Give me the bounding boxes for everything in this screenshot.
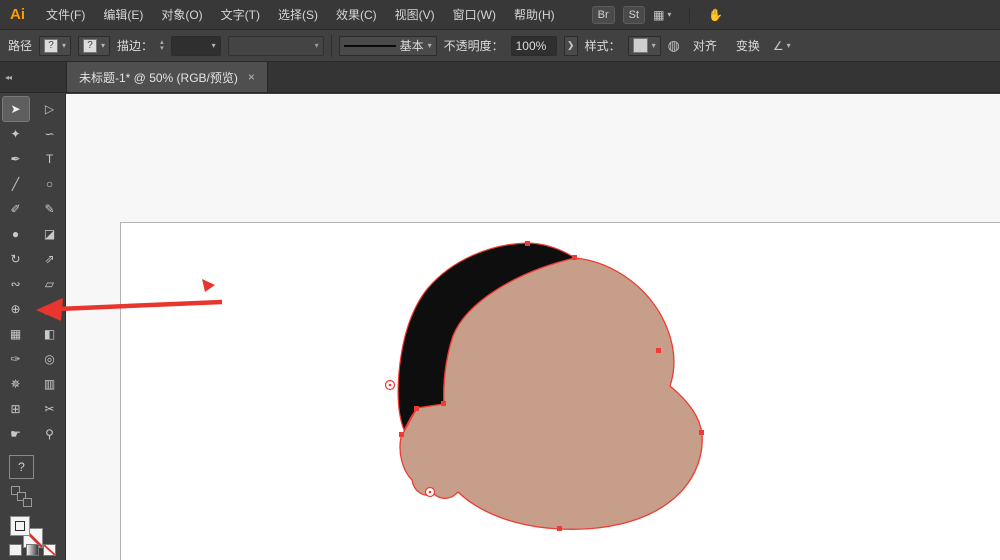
paint-buttons <box>9 544 56 556</box>
tool-pencil[interactable]: ✎ <box>37 197 63 221</box>
artboard[interactable] <box>120 222 1000 560</box>
style-swatch <box>633 38 648 53</box>
menu-file[interactable]: 文件(F) <box>37 0 94 29</box>
tool-mesh[interactable]: ▦ <box>3 322 29 346</box>
tool-blend[interactable]: ◎ <box>37 347 63 371</box>
chevron-down-icon: ▾ <box>428 41 432 50</box>
fill-color-picker[interactable]: ? ▾ <box>39 36 71 56</box>
tool-direct-selection[interactable]: ▷ <box>37 97 63 121</box>
none-button[interactable] <box>43 544 56 556</box>
bridge-badge[interactable]: Br <box>592 6 615 24</box>
tool-gradient[interactable]: ◧ <box>37 322 63 346</box>
transform-button[interactable]: 变换 <box>730 35 766 56</box>
tool-type[interactable]: T <box>37 147 63 171</box>
stroke-weight-stepper[interactable]: ▴ ▾ <box>160 40 164 52</box>
tool-lasso[interactable]: ∽ <box>37 122 63 146</box>
tool-pen[interactable]: ✒ <box>3 147 29 171</box>
app-logo: Ai <box>0 6 37 23</box>
stroke-swatch-icon: ? <box>83 39 97 53</box>
menu-bar: Ai 文件(F) 编辑(E) 对象(O) 文字(T) 选择(S) 效果(C) 视… <box>0 0 1000 30</box>
menu-effect[interactable]: 效果(C) <box>327 0 386 29</box>
document-tab-title: 未标题-1* @ 50% (RGB/预览) <box>79 69 238 86</box>
chevron-down-icon: ▾ <box>62 41 66 50</box>
document-setup-icon[interactable]: ◍ <box>668 37 680 54</box>
style-badge[interactable]: St <box>623 6 645 24</box>
tool-grid: ➤ ▷ ✦ ∽ ✒ T ╱ ○ ✐ ✎ ● ◪ ↻ ⇗ ∾ ▱ ⊕ ◬ ▦ ◧ ✑ ◎ ✵ ▥ ⊞ ✂ ☛ ⚲ <box>0 94 65 446</box>
tool-free-transform[interactable]: ▱ <box>37 272 63 296</box>
stroke-color-picker[interactable]: ? ▾ <box>78 36 110 56</box>
color-button[interactable] <box>9 544 22 556</box>
tool-zoom[interactable]: ⚲ <box>37 422 63 446</box>
constrain-angle-widget[interactable]: ∠ ▾ <box>773 39 791 53</box>
line-style-label: 基本 <box>400 37 424 54</box>
chevron-down-icon: ▾ <box>101 41 105 50</box>
tool-hand[interactable]: ☛ <box>3 422 29 446</box>
control-bar: 路径 ? ▾ ? ▾ 描边： ▴ ▾ ▾ ▾ 基本 ▾ 不透明度： 100% ❯… <box>0 30 1000 62</box>
menu-help[interactable]: 帮助(H) <box>505 0 564 29</box>
graphic-style-select[interactable]: ▾ <box>628 36 661 56</box>
constrain-angle-icon: ∠ <box>773 39 784 53</box>
stroke-weight-label: 描边： <box>117 37 153 54</box>
tool-line-segment[interactable]: ╱ <box>3 172 29 196</box>
tool-paintbrush[interactable]: ✐ <box>3 197 29 221</box>
workspace-icon: ▦ <box>653 8 664 22</box>
tool-magic-wand[interactable]: ✦ <box>3 122 29 146</box>
tool-ellipse[interactable]: ○ <box>37 172 63 196</box>
tool-panel: ➤ ▷ ✦ ∽ ✒ T ╱ ○ ✐ ✎ ● ◪ ↻ ⇗ ∾ ▱ ⊕ ◬ ▦ ◧ ✑ ◎ ✵ ▥ ⊞ ✂ ☛ ⚲ ? <box>0 94 66 560</box>
tool-shape-builder[interactable]: ⊕ <box>3 297 29 321</box>
collapse-panels-icon[interactable]: ◂◂ <box>0 62 66 92</box>
menu-window[interactable]: 窗口(W) <box>444 0 505 29</box>
tool-perspective-grid[interactable]: ◬ <box>37 297 63 321</box>
menu-select[interactable]: 选择(S) <box>269 0 327 29</box>
stroke-style-select[interactable]: 基本 ▾ <box>339 36 437 56</box>
tool-eyedropper[interactable]: ✑ <box>3 347 29 371</box>
fill-swatch[interactable] <box>10 516 30 536</box>
fill-swatch-icon: ? <box>44 39 58 53</box>
menu-edit[interactable]: 编辑(E) <box>94 0 152 29</box>
tool-symbol-sprayer[interactable]: ✵ <box>3 372 29 396</box>
gradient-button[interactable] <box>26 544 39 556</box>
menu-type[interactable]: 文字(T) <box>212 0 269 29</box>
tool-slice[interactable]: ✂ <box>37 397 63 421</box>
spinner-down-icon: ▾ <box>160 46 164 52</box>
style-label: 样式： <box>585 37 621 54</box>
line-style-preview <box>344 45 396 47</box>
draw-modes-icon[interactable] <box>11 486 41 508</box>
document-tab[interactable]: 未标题-1* @ 50% (RGB/预览) × <box>66 62 268 92</box>
tool-rotate[interactable]: ↻ <box>3 247 29 271</box>
canvas[interactable] <box>66 94 1000 560</box>
workspace-switcher[interactable]: ▦ ▾ <box>653 8 671 22</box>
chevron-down-icon: ▾ <box>212 41 216 50</box>
align-button[interactable]: 对齐 <box>687 35 723 56</box>
chevron-right-icon: ❯ <box>567 40 575 51</box>
stroke-weight-select[interactable]: ▾ <box>171 36 221 56</box>
context-label: 路径 <box>8 37 32 54</box>
brush-definition-select[interactable]: ▾ <box>228 36 324 56</box>
menu-object[interactable]: 对象(O) <box>152 0 211 29</box>
chevron-down-icon: ▾ <box>315 41 319 50</box>
chevron-down-icon: ▾ <box>667 10 671 19</box>
tool-width[interactable]: ∾ <box>3 272 29 296</box>
tool-blob-brush[interactable]: ● <box>3 222 29 246</box>
menu-view[interactable]: 视图(V) <box>386 0 444 29</box>
chevron-down-icon: ▾ <box>652 41 656 50</box>
divider <box>331 35 332 57</box>
tool-eraser[interactable]: ◪ <box>37 222 63 246</box>
tool-artboard[interactable]: ⊞ <box>3 397 29 421</box>
opacity-label: 不透明度： <box>444 37 504 54</box>
opacity-options-button[interactable]: ❯ <box>564 36 578 56</box>
unknown-tool-box[interactable]: ? <box>9 455 34 479</box>
tool-scale[interactable]: ⇗ <box>37 247 63 271</box>
opacity-input[interactable]: 100% <box>511 36 557 56</box>
close-icon[interactable]: × <box>248 70 255 84</box>
tool-column-graph[interactable]: ▥ <box>37 372 63 396</box>
tab-strip: ◂◂ 未标题-1* @ 50% (RGB/预览) × <box>0 62 1000 93</box>
gesture-icon[interactable]: ✋ <box>708 8 723 22</box>
tool-selection[interactable]: ➤ <box>3 97 29 121</box>
opacity-value: 100% <box>516 39 547 53</box>
chevron-down-icon: ▾ <box>787 41 791 50</box>
divider <box>689 7 690 23</box>
